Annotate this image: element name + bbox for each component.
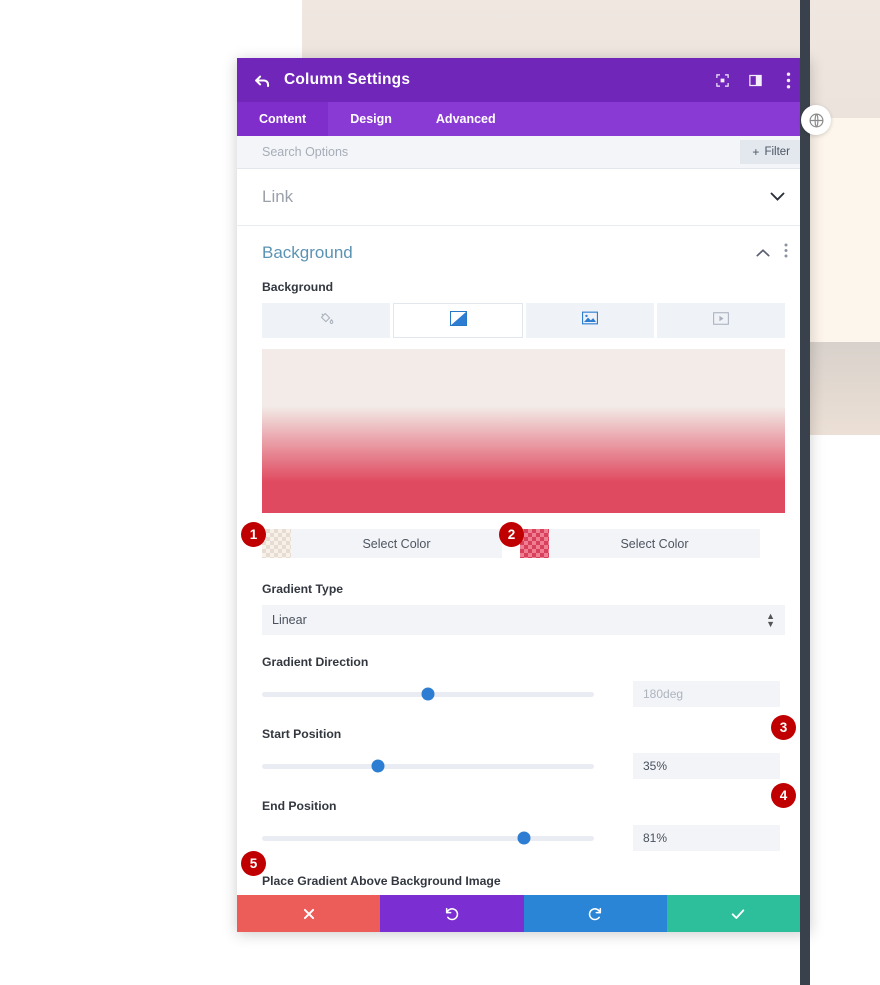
split-panel-icon[interactable] [747, 72, 763, 88]
link-section-label: Link [262, 187, 294, 206]
gradient-direction-block: Gradient Direction 180deg [237, 655, 810, 707]
kebab-menu-icon[interactable] [784, 243, 788, 263]
search-input[interactable]: Search Options [262, 145, 348, 159]
redo-arrow-icon [587, 906, 603, 922]
end-position-slider[interactable] [262, 828, 594, 848]
plus-icon: + [752, 145, 760, 159]
annotation-badge-3: 3 [771, 715, 796, 740]
column-settings-modal: Column Settings Content Design Advanced … [237, 58, 810, 932]
checkmark-icon [730, 906, 746, 922]
tab-design[interactable]: Design [328, 102, 414, 136]
annotation-badge-1: 1 [241, 522, 266, 547]
select-color-button-end[interactable]: Select Color [549, 529, 760, 558]
slider-track [262, 763, 594, 769]
background-type-video[interactable] [657, 303, 785, 338]
gradient-triangle-icon [449, 310, 467, 331]
annotation-badge-2: 2 [499, 522, 524, 547]
gradient-start-color-picker[interactable]: Select Color [262, 529, 502, 558]
kebab-menu-icon[interactable] [780, 72, 796, 88]
gradient-type-label: Gradient Type [262, 582, 344, 596]
undo-button[interactable] [380, 895, 524, 932]
slider-knob[interactable] [421, 687, 435, 701]
color-swatch-start[interactable] [262, 529, 291, 558]
select-arrows-icon: ▲ ▼ [766, 611, 775, 629]
place-gradient-toggle-label: Place Gradient Above Background Image [262, 874, 501, 888]
video-icon [713, 311, 729, 330]
end-position-row: 81% [237, 825, 810, 851]
background-section-actions [756, 243, 788, 263]
chevron-down-icon [770, 188, 785, 206]
chevron-up-icon[interactable] [756, 244, 770, 262]
gradient-preview [262, 349, 785, 513]
undo-arrow-icon [444, 906, 460, 922]
focus-frame-icon[interactable] [714, 72, 730, 88]
globe-settings-button[interactable] [801, 105, 831, 135]
screenshot-root: Column Settings Content Design Advanced … [0, 0, 880, 985]
modal-footer [237, 895, 810, 932]
page-title: Column Settings [284, 71, 411, 88]
start-position-row: 35% [237, 753, 810, 779]
search-bar: Search Options + Filter [237, 136, 810, 169]
redo-button[interactable] [523, 895, 667, 932]
link-section-row[interactable]: Link [237, 169, 810, 226]
filter-button-label: Filter [764, 146, 790, 158]
select-color-button-start[interactable]: Select Color [291, 529, 502, 558]
start-position-block: Start Position 35% [237, 727, 810, 779]
annotation-badge-5: 5 [241, 851, 266, 876]
page-scrollbar[interactable] [800, 0, 810, 985]
start-position-value[interactable]: 35% [633, 753, 780, 779]
background-type-gradient[interactable] [393, 303, 523, 338]
gradient-type-select-wrap: Linear ▲ ▼ [262, 605, 785, 635]
background-section-header[interactable]: Background [237, 226, 810, 280]
color-swatch-end[interactable] [520, 529, 549, 558]
paint-bucket-icon [319, 311, 334, 331]
close-button[interactable] [237, 895, 381, 932]
gradient-type-select[interactable]: Linear ▲ ▼ [262, 605, 785, 635]
filter-button[interactable]: + Filter [740, 140, 802, 164]
tab-advanced[interactable]: Advanced [414, 102, 518, 136]
gradient-direction-value[interactable]: 180deg [633, 681, 780, 707]
globe-settings-icon [808, 112, 825, 129]
end-position-block: End Position 81% [237, 799, 810, 851]
background-type-tabs [262, 303, 785, 338]
gradient-direction-row: 180deg [237, 681, 810, 707]
modal-header: Column Settings [237, 58, 810, 102]
back-arrow-icon[interactable] [251, 69, 273, 91]
end-position-label: End Position [262, 799, 337, 813]
slider-track [262, 835, 594, 841]
tab-content[interactable]: Content [237, 102, 329, 136]
start-position-label: Start Position [262, 727, 342, 741]
background-field-label: Background [262, 280, 334, 294]
background-type-color-fill[interactable] [262, 303, 390, 338]
slider-knob[interactable] [371, 759, 385, 773]
start-position-slider[interactable] [262, 756, 594, 776]
close-x-icon [302, 907, 316, 921]
end-position-value[interactable]: 81% [633, 825, 780, 851]
background-type-image[interactable] [526, 303, 654, 338]
gradient-type-value: Linear [272, 613, 307, 627]
slider-knob[interactable] [517, 831, 531, 845]
modal-tabbar: Content Design Advanced [237, 102, 810, 136]
image-icon [581, 311, 599, 330]
gradient-direction-label: Gradient Direction [262, 655, 369, 669]
gradient-end-color-picker[interactable]: Select Color [520, 529, 760, 558]
annotation-badge-4: 4 [771, 783, 796, 808]
gradient-direction-slider[interactable] [262, 684, 594, 704]
background-section-title: Background [262, 243, 353, 262]
header-icon-group [714, 72, 796, 88]
save-button[interactable] [666, 895, 810, 932]
